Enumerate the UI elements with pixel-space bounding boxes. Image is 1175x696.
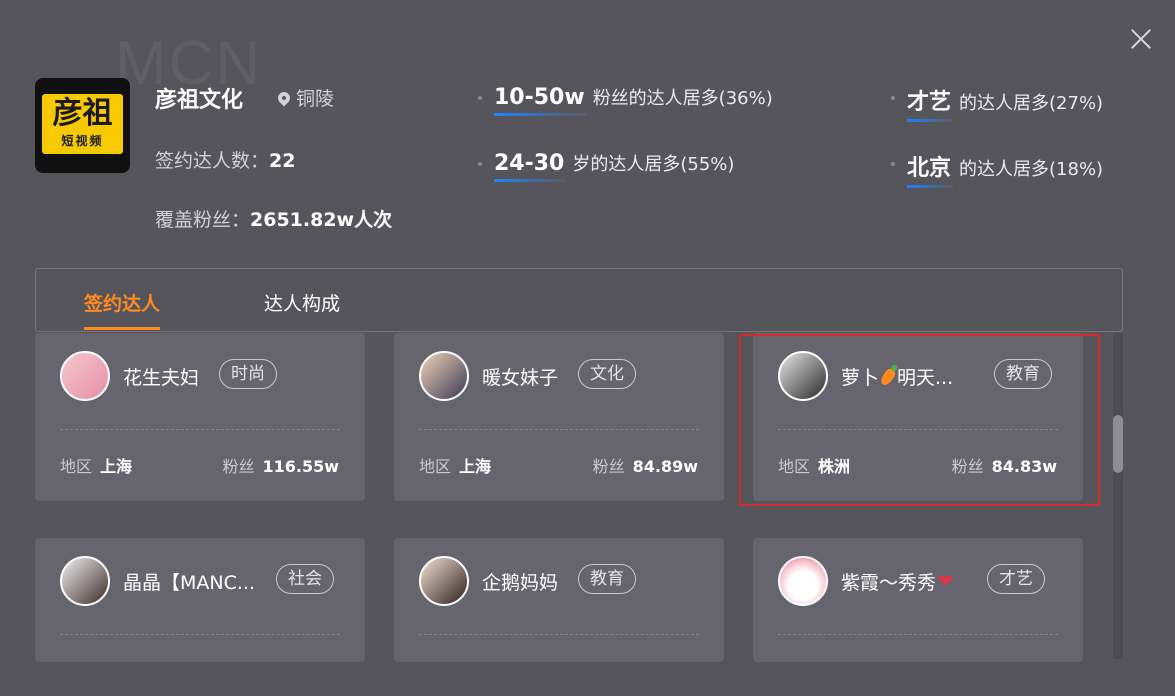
fans-value: 116.55w [262,457,339,476]
highlight-fans-range: 10-50w 粉丝的达人居多(36%) [478,84,773,116]
highlight-text: 的达人居多(18%) [959,159,1104,180]
fans-info: 粉丝 84.89w [593,453,698,477]
influencer-card[interactable]: 紫霞～秀秀 ❤ 才艺 [753,538,1083,662]
region-info: 地区 上海 [419,453,491,477]
divider [60,429,340,430]
bullet-dot [478,96,482,100]
signed-label: 签约达人数： [155,150,270,172]
bullet-dot [891,162,895,166]
fans-label: 粉丝 [222,457,255,476]
highlight-key: 10-50w [494,85,587,116]
influencer-name: 企鹅妈妈 [482,572,559,594]
highlight-category: 才艺 的达人居多(27%) [891,84,1104,122]
highlight-key: 北京 [907,150,954,188]
name-part: 紫霞～秀秀 [841,572,937,594]
org-location: 铜陵 [275,84,335,111]
couple-avatar [60,351,110,401]
fans-info: 粉丝 116.55w [222,453,339,477]
influencer-name: 紫霞～秀秀 ❤ [841,568,953,595]
location-text: 铜陵 [296,88,335,110]
location-pin-icon [275,89,293,106]
category-tag: 时尚 [219,359,277,389]
tab-influencer-composition[interactable]: 达人构成 [264,289,340,316]
category-tag: 文化 [578,359,636,389]
category-tag: 社会 [276,564,334,594]
scrollbar-track[interactable] [1113,333,1123,659]
influencer-name: 花生夫妇 [123,367,200,389]
influencer-name: 晶晶【MANC... [123,572,255,594]
divider [419,634,699,635]
highlight-key: 24-30 [494,151,567,182]
tab-bar: 签约达人 达人构成 [35,268,1123,332]
divider [60,634,340,635]
highlight-text: 的达人居多(27%) [959,93,1104,114]
influencer-card[interactable]: 晶晶【MANC... 社会 [35,538,365,662]
mom-avatar [419,556,469,606]
heart-icon: ❤ [938,571,954,592]
signed-count: 签约达人数：22 [155,146,295,173]
category-tag: 教育 [578,564,636,594]
region-value: 上海 [459,457,492,476]
highlight-age: 24-30 岁的达人居多(55%) [478,150,735,182]
org-logo: 彦祖 短视频 [35,78,130,173]
fans-coverage: 覆盖粉丝：2651.82w人次 [155,205,392,232]
region-info: 地区 上海 [60,453,132,477]
woman-avatar [60,556,110,606]
region-value: 上海 [100,457,133,476]
highlight-region: 北京 的达人居多(18%) [891,150,1104,188]
tab-signed-influencers[interactable]: 签约达人 [84,289,161,330]
highlight-key: 才艺 [907,84,954,122]
influencer-name: 暖女妹子 [482,367,559,389]
logo-title: 彦祖 [52,96,113,131]
category-tag: 才艺 [987,564,1045,594]
bullet-dot [891,96,895,100]
region-label: 地区 [60,457,93,476]
selection-highlight [739,334,1100,506]
girl-avatar [419,351,469,401]
influencer-card[interactable]: 花生夫妇 时尚 地区 上海 粉丝 116.55w [35,333,365,501]
divider [778,634,1058,635]
fans-value: 2651.82w人次 [250,209,393,231]
influencer-card[interactable]: 暖女妹子 文化 地区 上海 粉丝 84.89w [394,333,724,501]
org-name: 彦祖文化 [155,88,244,113]
highlight-text: 粉丝的达人居多(36%) [592,88,773,109]
divider [419,429,699,430]
cartoon-avatar [778,556,828,606]
region-label: 地区 [419,457,452,476]
signed-value: 22 [269,150,296,172]
fans-label: 粉丝 [592,457,625,476]
influencer-card[interactable]: 企鹅妈妈 教育 [394,538,724,662]
close-icon[interactable] [1128,26,1154,52]
fans-value: 84.89w [632,457,698,476]
fans-label: 覆盖粉丝： [155,209,251,231]
highlight-text: 岁的达人居多(55%) [572,154,735,175]
logo-subtitle: 短视频 [61,134,104,148]
bullet-dot [478,162,482,166]
scrollbar-thumb[interactable] [1113,415,1123,473]
